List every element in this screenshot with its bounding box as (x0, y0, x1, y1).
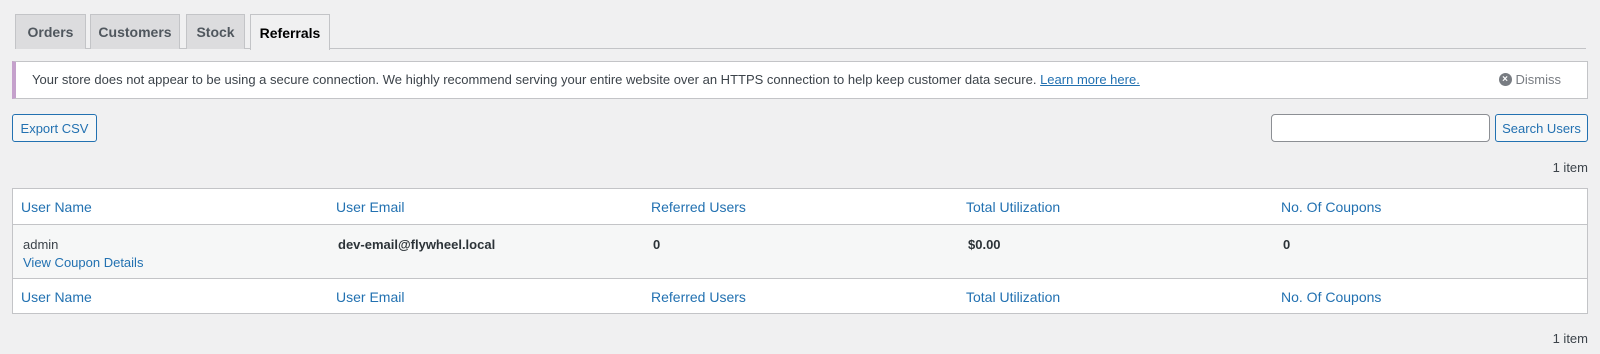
user-name-cell: admin View Coupon Details (23, 237, 143, 270)
https-notice: Your store does not appear to be using a… (12, 61, 1588, 99)
col-footer-user-email[interactable]: User Email (336, 289, 404, 305)
close-circle-icon: × (1498, 73, 1512, 86)
learn-more-link[interactable]: Learn more here. (1040, 72, 1140, 87)
col-header-no-of-coupons[interactable]: No. Of Coupons (1281, 199, 1381, 215)
col-footer-total-utilization[interactable]: Total Utilization (966, 289, 1060, 305)
col-header-user-email[interactable]: User Email (336, 199, 404, 215)
item-count-top: 1 item (1552, 160, 1588, 175)
tab-bar: Orders Customers Stock Referrals (15, 14, 1586, 50)
referred-users-cell: 0 (653, 237, 661, 252)
dismiss-label: Dismiss (1515, 72, 1562, 87)
coupons-count-cell: 0 (1283, 237, 1291, 252)
tab-orders[interactable]: Orders (15, 14, 86, 49)
col-header-user-name[interactable]: User Name (21, 199, 92, 215)
col-footer-no-of-coupons[interactable]: No. Of Coupons (1281, 289, 1381, 305)
user-name: admin (23, 237, 59, 252)
col-footer-user-name[interactable]: User Name (21, 289, 92, 305)
user-email-cell: dev-email@flywheel.local (338, 237, 496, 252)
item-count-bottom: 1 item (1552, 331, 1588, 346)
col-header-referred-users[interactable]: Referred Users (651, 199, 746, 215)
search-users-button[interactable]: Search Users (1495, 114, 1588, 142)
col-footer-referred-users[interactable]: Referred Users (651, 289, 746, 305)
view-coupon-details-link[interactable]: View Coupon Details (23, 255, 143, 270)
notice-text: Your store does not appear to be using a… (32, 72, 1037, 87)
export-csv-button[interactable]: Export CSV (12, 114, 97, 142)
tab-customers[interactable]: Customers (90, 14, 180, 49)
referrals-table: User Name User Email Referred Users Tota… (12, 188, 1588, 314)
table-row: admin View Coupon Details dev-email@flyw… (13, 225, 1587, 279)
dismiss-button[interactable]: × Dismiss (1498, 72, 1562, 87)
search-input[interactable] (1271, 114, 1490, 142)
notice-message: Your store does not appear to be using a… (32, 72, 1140, 87)
table-header-row: User Name User Email Referred Users Tota… (13, 189, 1587, 225)
total-utilization-cell: $0.00 (968, 237, 1001, 252)
table-footer-row: User Name User Email Referred Users Tota… (13, 279, 1587, 314)
col-header-total-utilization[interactable]: Total Utilization (966, 199, 1060, 215)
tab-referrals[interactable]: Referrals (250, 14, 330, 50)
tab-stock[interactable]: Stock (186, 14, 245, 49)
